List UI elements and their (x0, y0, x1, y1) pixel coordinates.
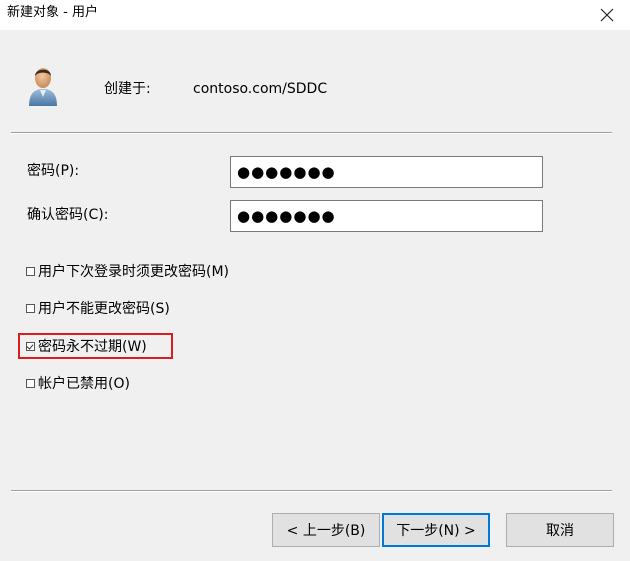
created-in-label: 创建于: (104, 81, 151, 97)
cancel-button[interactable]: 取消 (506, 513, 614, 547)
option-label: 用户不能更改密码(S) (38, 301, 170, 317)
window-title: 新建对象 - 用户 (7, 5, 98, 20)
back-button[interactable]: < 上一步(B) (272, 513, 380, 547)
user-icon (24, 64, 62, 108)
confirm-password-label: 确认密码(C): (27, 207, 109, 223)
close-icon (600, 8, 614, 22)
option-label: 帐户已禁用(O) (38, 376, 130, 392)
option-password-never-expires[interactable]: 密码永不过期(W) (26, 336, 147, 356)
option-change-password-at-logon[interactable]: 用户下次登录时须更改密码(M) (26, 261, 229, 281)
checkbox[interactable] (26, 378, 35, 388)
checkbox-checked[interactable] (26, 341, 35, 351)
option-label: 密码永不过期(W) (38, 339, 147, 355)
option-label: 用户下次登录时须更改密码(M) (38, 264, 230, 280)
option-account-disabled[interactable]: 帐户已禁用(O) (26, 373, 130, 393)
option-cannot-change-password[interactable]: 用户不能更改密码(S) (26, 298, 170, 318)
checkbox[interactable] (26, 266, 35, 276)
next-button[interactable]: 下一步(N) > (382, 513, 490, 547)
checkbox[interactable] (26, 303, 35, 313)
created-in-value: contoso.com/SDDC (193, 81, 328, 97)
title-bar: 新建对象 - 用户 (0, 0, 630, 30)
confirm-password-field[interactable]: ●●●●●●● (230, 200, 543, 232)
password-field[interactable]: ●●●●●●● (230, 156, 543, 188)
close-button[interactable] (584, 0, 630, 30)
divider-bottom (11, 490, 612, 492)
password-label: 密码(P): (27, 163, 80, 179)
divider-top (11, 132, 612, 134)
